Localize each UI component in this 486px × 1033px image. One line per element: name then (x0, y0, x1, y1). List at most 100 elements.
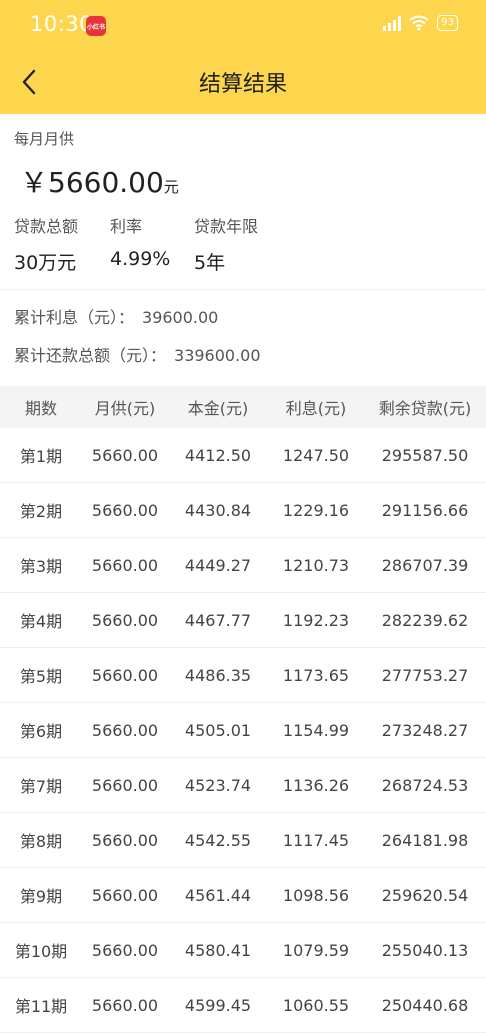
total-interest: 累计利息（元）： 39600.00 (14, 304, 472, 342)
monthly-payment-unit: 元 (163, 178, 179, 196)
status-time: 10:30 (30, 12, 94, 36)
total-repayment: 累计还款总额（元）： 339600.00 (14, 342, 472, 380)
cell-period: 第5期 (0, 647, 82, 703)
cell-remaining: 295587.50 (364, 428, 486, 483)
page-title: 结算结果 (198, 72, 287, 97)
column-header-interest: 利息(元) (268, 386, 364, 428)
cell-remaining: 273248.27 (364, 702, 486, 758)
cell-remaining: 250440.68 (364, 977, 486, 1033)
cell-period: 第7期 (0, 757, 82, 813)
rate-value: 4.99% (110, 248, 171, 270)
cell-monthly: 5660.00 (82, 922, 168, 978)
cell-monthly: 5660.00 (82, 757, 168, 813)
table-row: 第8期 5660.00 4542.55 1117.45 264181.98 (0, 812, 486, 868)
cell-period: 第6期 (0, 702, 82, 758)
table-row: 第7期 5660.00 4523.74 1136.26 268724.53 (0, 757, 486, 813)
cell-principal: 4467.77 (168, 592, 268, 648)
loan-stats: 贷款总额 30万元 利率 4.99% 贷款年限 5年 (14, 213, 472, 275)
column-header-principal: 本金(元) (168, 386, 268, 428)
column-header-period: 期数 (0, 386, 82, 428)
cell-interest: 1247.50 (268, 428, 364, 483)
battery-icon: 93 (437, 15, 458, 31)
repayment-schedule-table: 期数 月供(元) 本金(元) 利息(元) 剩余贷款(元) 第1期 5660.00… (0, 386, 486, 1033)
monthly-payment-label: 每月月供 (14, 130, 75, 148)
signal-icon (383, 15, 402, 31)
term-label: 贷款年限 (194, 217, 259, 236)
table-row: 第5期 5660.00 4486.35 1173.65 277753.27 (0, 647, 486, 703)
cell-interest: 1098.56 (268, 867, 364, 923)
column-header-monthly: 月供(元) (82, 386, 168, 428)
total-interest-value: 39600.00 (142, 308, 219, 327)
cell-interest: 1229.16 (268, 482, 364, 538)
cell-remaining: 264181.98 (364, 812, 486, 868)
cell-interest: 1154.99 (268, 702, 364, 758)
cell-period: 第10期 (0, 922, 82, 978)
table-row: 第9期 5660.00 4561.44 1098.56 259620.54 (0, 867, 486, 923)
cell-remaining: 286707.39 (364, 537, 486, 593)
cell-remaining: 282239.62 (364, 592, 486, 648)
cell-interest: 1192.23 (268, 592, 364, 648)
loan-total-stat: 贷款总额 30万元 (14, 213, 110, 275)
cell-principal: 4599.45 (168, 977, 268, 1033)
table-header-row: 期数 月供(元) 本金(元) 利息(元) 剩余贷款(元) (0, 386, 486, 428)
cell-interest: 1210.73 (268, 537, 364, 593)
cell-principal: 4412.50 (168, 428, 268, 483)
cell-monthly: 5660.00 (82, 812, 168, 868)
rate-label: 利率 (110, 217, 143, 236)
status-icons: 93 (383, 15, 458, 31)
monthly-payment-amount: ￥5660.00 (20, 166, 164, 199)
wifi-icon (409, 15, 429, 31)
table-row: 第11期 5660.00 4599.45 1060.55 250440.68 (0, 977, 486, 1033)
header-bar: 10:30 小红书 93 结算结果 (0, 0, 486, 114)
cell-interest: 1060.55 (268, 977, 364, 1033)
column-header-remaining: 剩余贷款(元) (364, 386, 486, 428)
cell-principal: 4486.35 (168, 647, 268, 703)
total-repayment-label: 累计还款总额（元）： (14, 346, 167, 365)
cell-principal: 4505.01 (168, 702, 268, 758)
cell-interest: 1079.59 (268, 922, 364, 978)
cell-period: 第3期 (0, 537, 82, 593)
cell-principal: 4523.74 (168, 757, 268, 813)
table-row: 第2期 5660.00 4430.84 1229.16 291156.66 (0, 482, 486, 538)
cell-monthly: 5660.00 (82, 592, 168, 648)
cell-interest: 1173.65 (268, 647, 364, 703)
table-row: 第1期 5660.00 4412.50 1247.50 295587.50 (0, 428, 486, 483)
cell-period: 第11期 (0, 977, 82, 1033)
cell-period: 第4期 (0, 592, 82, 648)
cell-remaining: 277753.27 (364, 647, 486, 703)
nav-bar: 结算结果 (0, 52, 486, 114)
cell-principal: 4430.84 (168, 482, 268, 538)
status-bar: 10:30 小红书 93 (0, 0, 486, 52)
table-row: 第6期 5660.00 4505.01 1154.99 273248.27 (0, 702, 486, 758)
term-value: 5年 (194, 252, 226, 274)
rate-stat: 利率 4.99% (110, 213, 194, 275)
cell-principal: 4561.44 (168, 867, 268, 923)
cell-principal: 4449.27 (168, 537, 268, 593)
cell-remaining: 259620.54 (364, 867, 486, 923)
cell-remaining: 255040.13 (364, 922, 486, 978)
total-interest-label: 累计利息（元）： (14, 308, 135, 327)
cell-interest: 1117.45 (268, 812, 364, 868)
cell-period: 第9期 (0, 867, 82, 923)
total-repayment-value: 339600.00 (174, 346, 261, 365)
cell-principal: 4542.55 (168, 812, 268, 868)
cell-period: 第8期 (0, 812, 82, 868)
cell-interest: 1136.26 (268, 757, 364, 813)
cell-monthly: 5660.00 (82, 702, 168, 758)
cell-principal: 4580.41 (168, 922, 268, 978)
cell-remaining: 268724.53 (364, 757, 486, 813)
table-row: 第10期 5660.00 4580.41 1079.59 255040.13 (0, 922, 486, 978)
cell-remaining: 291156.66 (364, 482, 486, 538)
app-notification-icon: 小红书 (86, 16, 106, 36)
cell-monthly: 5660.00 (82, 867, 168, 923)
cell-monthly: 5660.00 (82, 537, 168, 593)
monthly-payment-value: ￥5660.00元 (20, 161, 472, 201)
term-stat: 贷款年限 5年 (194, 213, 258, 275)
loan-total-label: 贷款总额 (14, 217, 79, 236)
table-row: 第4期 5660.00 4467.77 1192.23 282239.62 (0, 592, 486, 648)
cell-monthly: 5660.00 (82, 482, 168, 538)
cell-period: 第1期 (0, 428, 82, 483)
cell-period: 第2期 (0, 482, 82, 538)
totals-section: 累计利息（元）： 39600.00 累计还款总额（元）： 339600.00 (0, 290, 486, 380)
summary-section: 每月月供 ￥5660.00元 贷款总额 30万元 利率 4.99% 贷款年限 5… (0, 114, 486, 275)
